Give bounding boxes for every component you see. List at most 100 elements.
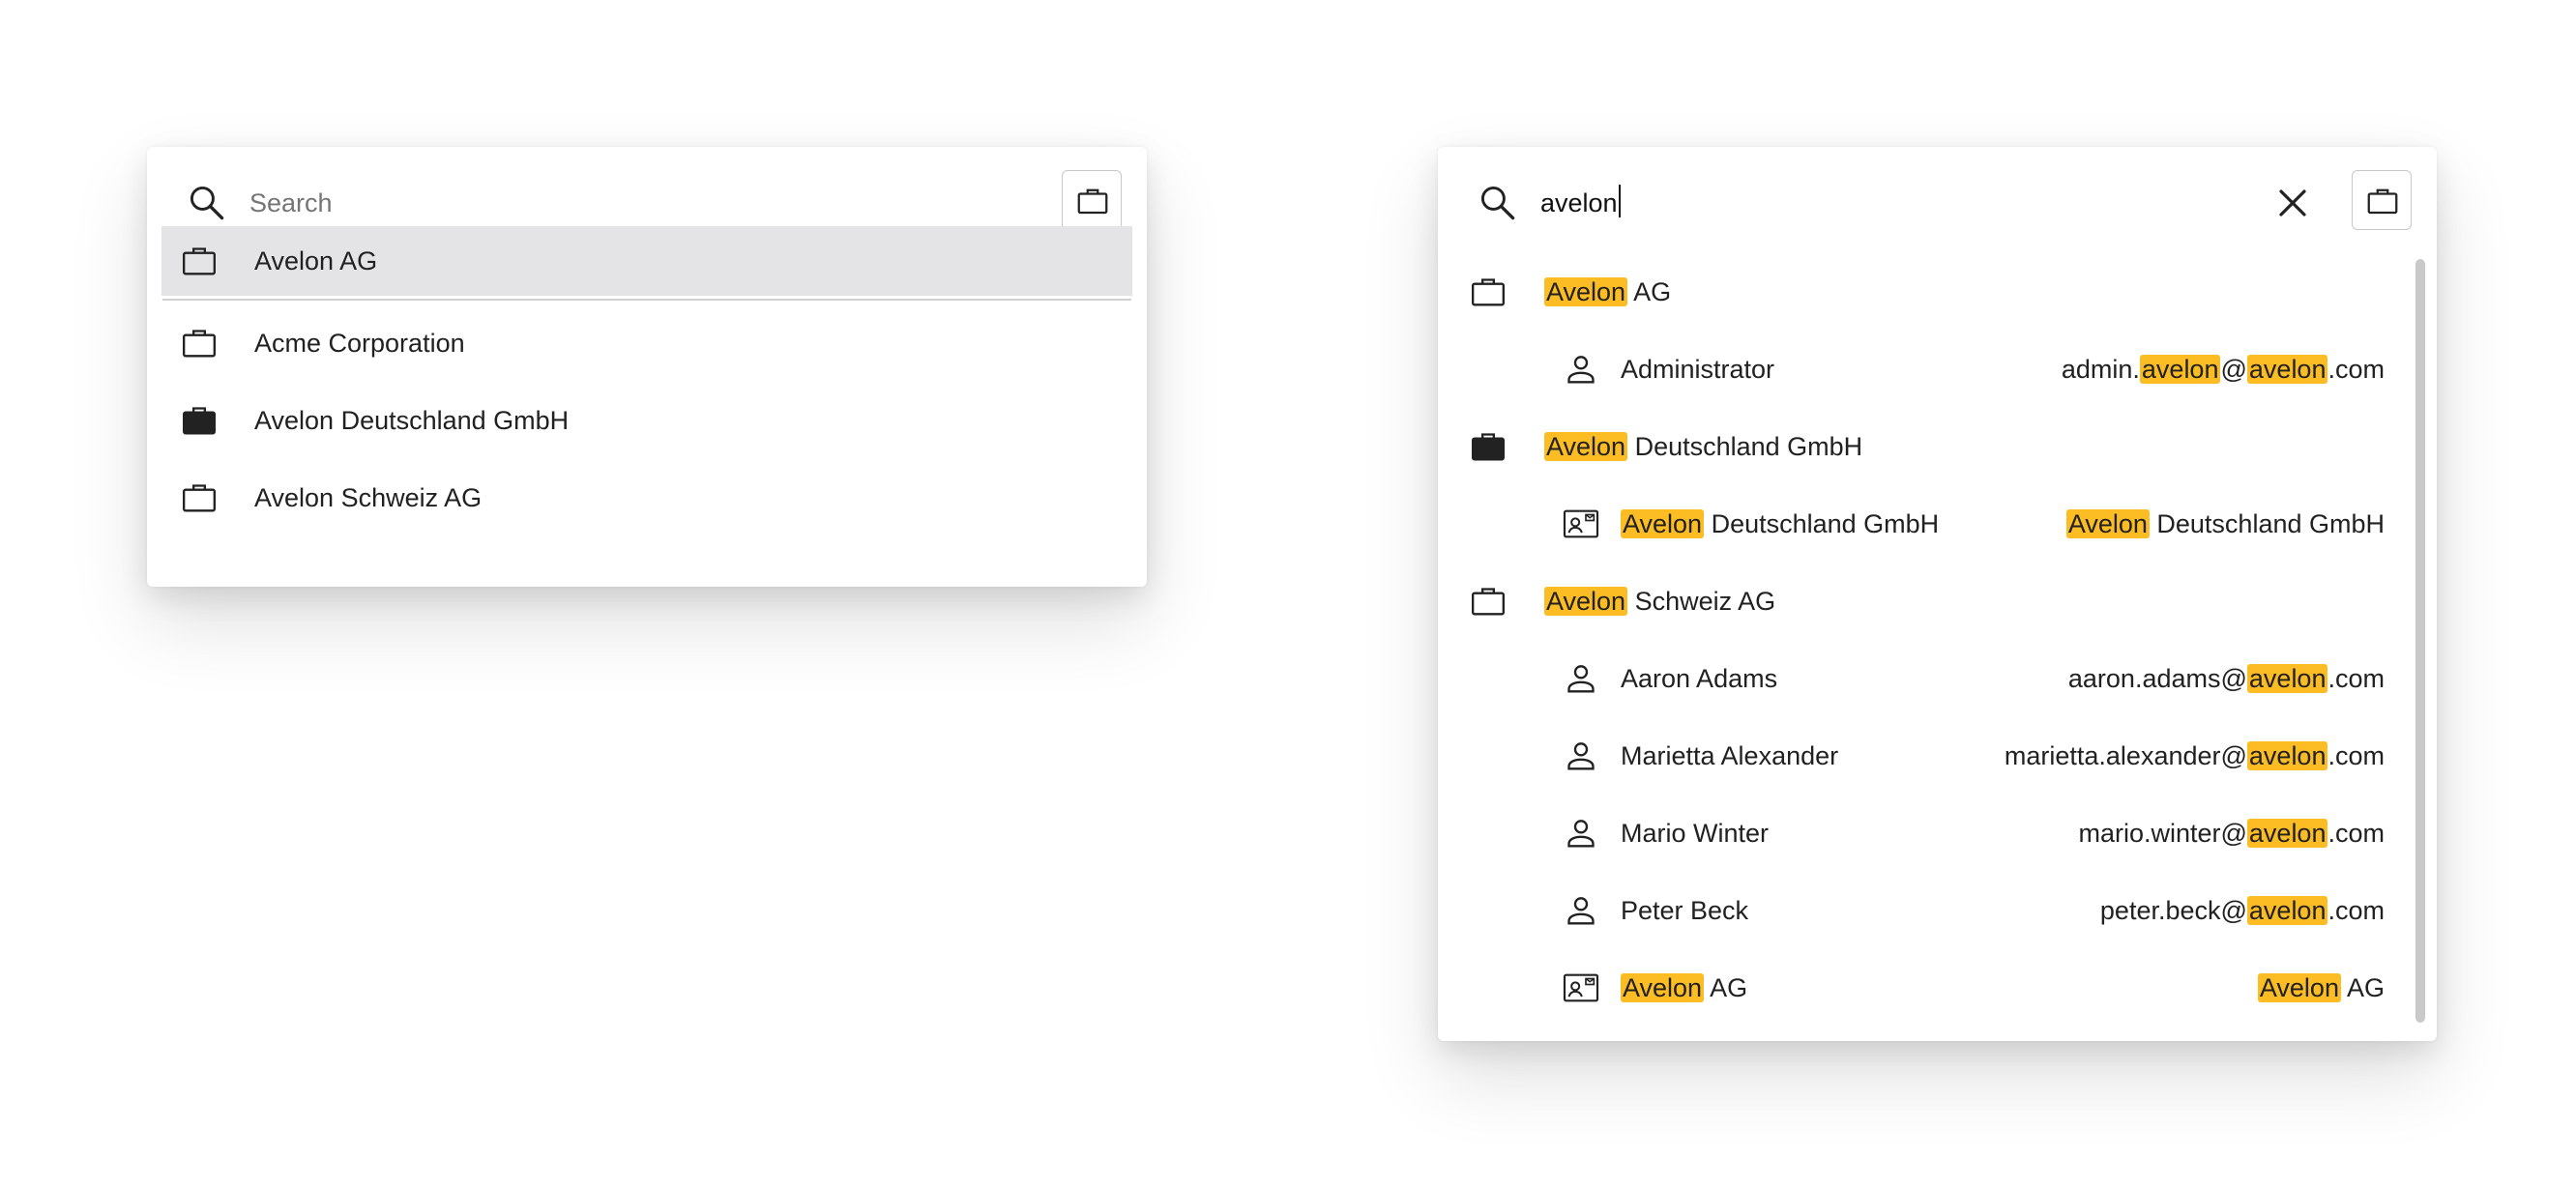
result-label: Avelon AG [254,246,378,275]
person-icon [1567,356,1595,384]
text-segment: Peter Beck [1621,896,1749,925]
contact-result[interactable]: Avelon AG Avelon AG [1438,949,2408,1027]
clear-search-icon[interactable] [2269,180,2316,226]
match-highlight: Avelon [2065,509,2150,538]
result-name: Aaron Adams [1621,659,1777,698]
briefcase-outline-icon [1472,278,1505,306]
match-highlight: Avelon [1621,509,1705,538]
match-highlight: avelon [2246,896,2328,925]
text-segment: .com [2327,664,2385,693]
text-segment: @ [2220,355,2247,384]
text-segment: AG [2340,973,2385,1002]
user-result[interactable]: Marietta Alexander marietta.alexander@ave… [1438,717,2408,795]
result-item[interactable]: Acme Corporation [147,304,1147,382]
person-icon [1567,742,1595,770]
result-name: Avelon AG [1621,969,1747,1007]
result-detail: mario.winter@avelon.com [2078,814,2385,853]
result-name: Avelon Schweiz AG [1544,582,1775,621]
user-result[interactable]: Peter Beck peter.beck@avelon.com [1438,872,2408,949]
briefcase-filled-icon [183,407,216,435]
text-segment: .com [2327,819,2385,848]
company-scope-button[interactable] [2352,170,2412,230]
search-placeholder: Search [249,188,333,217]
text-segment: .com [2327,741,2385,770]
briefcase-outline-icon [183,484,216,512]
text-segment: admin. [2061,355,2140,384]
result-label: Acme Corporation [254,329,465,358]
contact-result[interactable]: Avelon Deutschland GmbH Avelon Deutschlan… [1438,485,2408,563]
result-label: Avelon Schweiz AG [254,483,483,512]
text-segment: aaron.adams@ [2067,664,2247,693]
person-icon [1567,897,1595,925]
text-segment: .com [2327,355,2385,384]
result-detail: peter.beck@avelon.com [2100,891,2385,930]
match-highlight: Avelon [1544,587,1628,616]
match-highlight: avelon [2246,664,2328,693]
user-result[interactable]: Administrator admin.avelon@avelon.com [1438,331,2408,408]
search-icon [1480,186,1515,220]
company-result[interactable]: Avelon Schweiz AG [1438,563,2408,640]
match-highlight: avelon [2139,355,2221,384]
scrollbar[interactable] [2415,259,2425,1023]
briefcase-filled-icon [1472,433,1505,461]
text-segment: AG [1627,277,1672,306]
search-input[interactable]: Search [249,184,333,222]
text-segment: AG [1704,973,1748,1002]
result-name: Avelon AG [1544,273,1671,311]
text-segment: Deutschland GmbH [1704,509,1940,538]
briefcase-outline-icon [1472,588,1505,616]
text-segment: Deutschland GmbH [2149,509,2385,538]
contact-card-icon [1563,973,1599,1002]
text-segment: Administrator [1621,355,1775,384]
text-segment: marietta.alexander@ [2004,741,2247,770]
result-detail: admin.avelon@avelon.com [2062,350,2385,389]
search-results-panel: avelon Avelon AG Administrator admin.avelo… [1438,147,2437,1041]
company-picker-panel: Search Avelon AG Acme Corporation Avelon D… [147,147,1147,587]
result-detail: aaron.adams@avelon.com [2068,659,2385,698]
result-name: Mario Winter [1621,814,1769,853]
result-name: Peter Beck [1621,891,1748,930]
result-name: Marietta Alexander [1621,737,1838,775]
divider [162,299,1131,301]
text-segment: Deutschland GmbH [1627,432,1863,461]
user-result[interactable]: Aaron Adams aaron.adams@avelon.com [1438,640,2408,717]
company-result[interactable]: Avelon Deutschland GmbH [1438,408,2408,485]
search-query: avelon [1540,188,1618,217]
result-detail: Avelon AG [2257,969,2385,1007]
text-segment: Aaron Adams [1621,664,1778,693]
result-detail: Avelon Deutschland GmbH [2065,505,2385,543]
match-highlight: Avelon [1621,973,1705,1002]
result-name: Avelon Deutschland GmbH [1544,427,1862,466]
result-detail: marietta.alexander@avelon.com [2005,737,2385,775]
match-highlight: Avelon [1544,432,1628,461]
user-result[interactable]: Mario Winter mario.winter@avelon.com [1438,795,2408,872]
briefcase-outline-icon [183,247,216,275]
company-result[interactable]: Avelon AG [1438,253,2408,331]
briefcase-outline-icon [183,330,216,358]
result-item[interactable]: Avelon Schweiz AG [147,459,1147,536]
result-item[interactable]: Avelon Deutschland GmbH [147,382,1147,459]
match-highlight: avelon [2246,741,2328,770]
match-highlight: avelon [2246,355,2328,384]
result-item[interactable]: Avelon AG [161,226,1132,296]
text-segment: mario.winter@ [2078,819,2247,848]
match-highlight: Avelon [1544,277,1628,306]
person-icon [1567,820,1595,848]
briefcase-outline-icon [2367,188,2398,215]
text-segment: peter.beck@ [2099,896,2247,925]
contact-card-icon [1563,509,1599,538]
person-icon [1567,665,1595,693]
briefcase-outline-icon [1077,188,1108,215]
text-segment: Schweiz AG [1627,587,1776,616]
result-name: Administrator [1621,350,1774,389]
result-label: Avelon Deutschland GmbH [254,406,570,435]
text-caret [1618,185,1621,217]
text-segment: .com [2327,896,2385,925]
text-segment: Mario Winter [1621,819,1770,848]
match-highlight: avelon [2246,819,2328,848]
match-highlight: Avelon [2257,973,2341,1002]
search-input[interactable]: avelon [1540,184,1621,222]
text-segment: Marietta Alexander [1621,741,1839,770]
search-icon [190,186,224,220]
company-scope-button[interactable] [1062,170,1122,230]
